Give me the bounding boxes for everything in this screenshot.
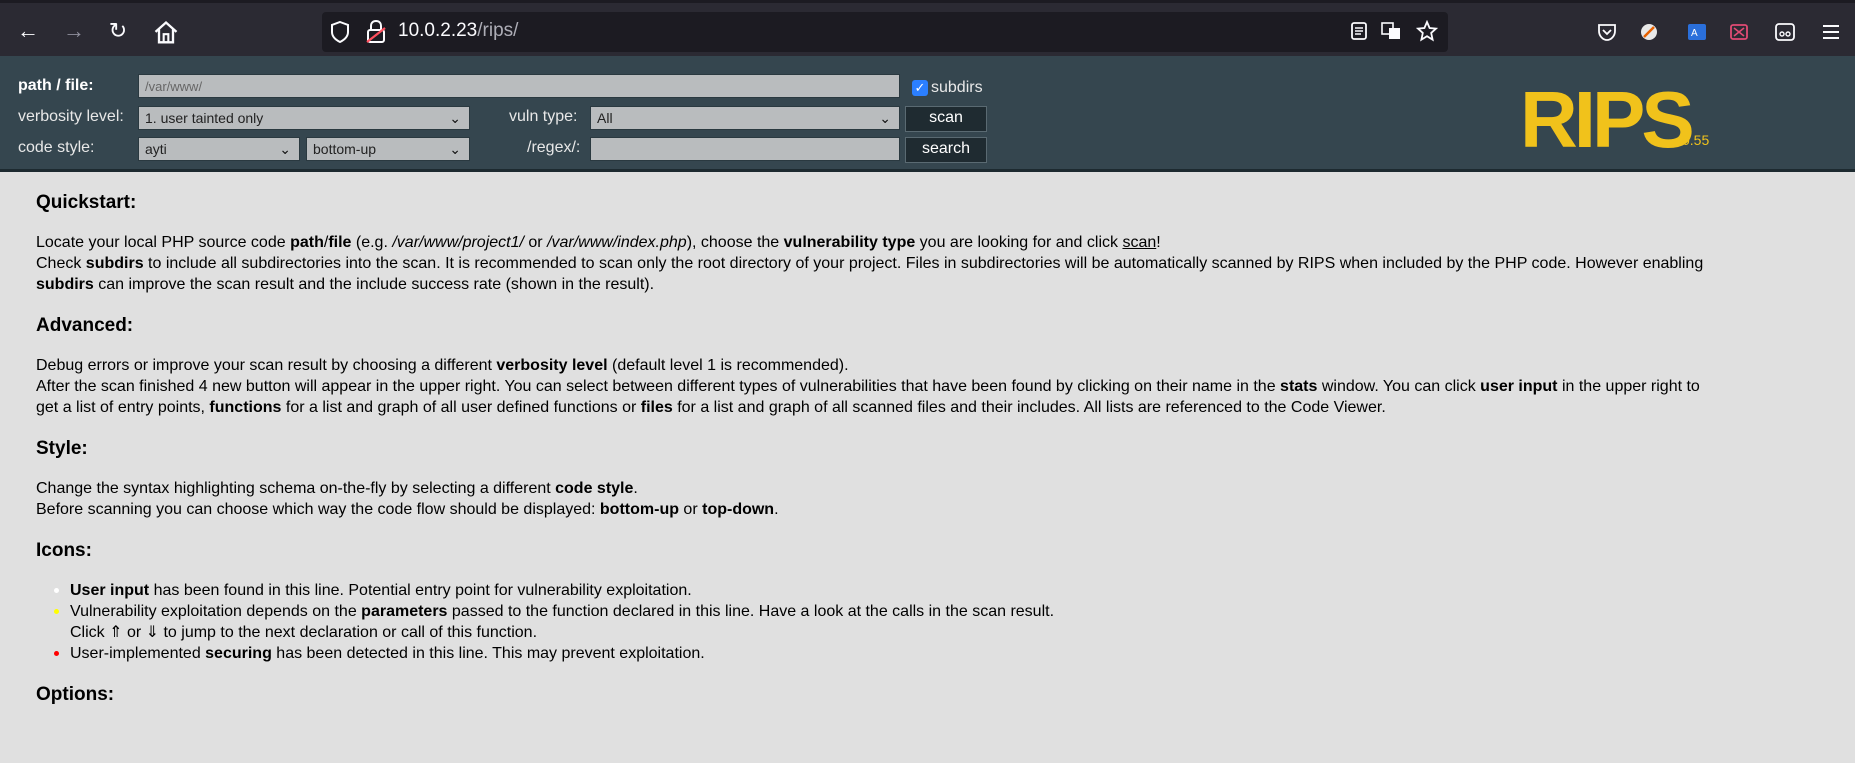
extension-translate-icon[interactable]: A (1686, 21, 1708, 43)
svg-text:A: A (1691, 28, 1698, 39)
extension-feather-icon[interactable] (1638, 21, 1660, 43)
search-button[interactable]: search (905, 137, 987, 163)
style-line-2: Before scanning you can choose which way… (36, 501, 779, 518)
rips-version: 0.55 (1682, 132, 1710, 148)
flow-direction-select-value: bottom-up (313, 141, 377, 157)
url-text[interactable]: 10.0.2.23/rips/ (398, 19, 518, 43)
chevron-down-icon: ⌄ (449, 110, 461, 126)
insecure-lock-icon[interactable] (366, 20, 386, 44)
yellow-dot-icon (54, 609, 59, 614)
vuln-type-label: vuln type: (509, 108, 578, 125)
style-line-1: Change the syntax highlighting schema on… (36, 480, 638, 497)
quickstart-line-1: Locate your local PHP source code path/f… (36, 234, 1161, 251)
red-dot-icon (54, 651, 59, 656)
list-item-securing: User-implemented securing has been detec… (54, 643, 1855, 664)
rips-logo: RIPS (1520, 75, 1695, 164)
advanced-heading: Advanced: (36, 315, 134, 336)
list-item-parameters: Vulnerability exploitation depends on th… (54, 601, 1855, 622)
scan-button[interactable]: scan (905, 106, 987, 132)
translate-icon[interactable] (1380, 20, 1402, 42)
home-icon[interactable] (152, 19, 180, 47)
chevron-down-icon: ⌄ (879, 110, 891, 126)
quickstart-line-2: Check subdirs to include all subdirector… (36, 255, 1704, 272)
white-dot-icon (54, 588, 59, 593)
icons-heading: Icons: (36, 540, 92, 561)
reader-view-icon[interactable] (1348, 20, 1370, 42)
vuln-type-select[interactable]: All ⌄ (590, 106, 900, 130)
reload-icon[interactable]: ↻ (104, 17, 132, 45)
extension-hackbar-icon[interactable] (1728, 21, 1750, 43)
tracking-shield-icon[interactable] (330, 21, 350, 43)
forward-icon[interactable]: → (60, 17, 88, 45)
pocket-icon[interactable] (1596, 21, 1618, 43)
menu-hamburger-icon[interactable] (1820, 21, 1842, 43)
verbosity-select-value: 1. user tainted only (145, 110, 264, 126)
scan-link[interactable]: scan (1122, 234, 1156, 251)
list-item-user-input: User input has been found in this line. … (54, 580, 1855, 601)
regex-label: /regex/: (527, 139, 581, 156)
code-style-select-value: ayti (145, 141, 167, 157)
icons-list: User input has been found in this line. … (54, 580, 1855, 664)
quickstart-line-3: subdirs can improve the scan result and … (36, 276, 655, 293)
url-path: /rips/ (477, 20, 519, 41)
flow-direction-select[interactable]: bottom-up ⌄ (306, 137, 470, 161)
subdirs-label: subdirs (931, 79, 983, 96)
advanced-line-1: Debug errors or improve your scan result… (36, 357, 849, 374)
back-icon[interactable]: ← (14, 17, 42, 45)
help-content: Quickstart: Locate your local PHP source… (36, 172, 1855, 724)
browser-toolbar: ← → ↻ 10.0.2.23/rips/ A (0, 0, 1855, 56)
style-heading: Style: (36, 438, 88, 459)
verbosity-label: verbosity level: (18, 108, 124, 125)
path-label: path / file: (18, 77, 94, 94)
list-item-parameters-hint: Click ⇑ or ⇓ to jump to the next declara… (70, 624, 538, 641)
chevron-down-icon: ⌄ (449, 141, 461, 157)
path-input[interactable]: /var/www/ (138, 74, 900, 98)
advanced-line-3: get a list of entry points, functions fo… (36, 399, 1386, 416)
code-style-label: code style: (18, 139, 95, 156)
quickstart-heading: Quickstart: (36, 192, 137, 213)
bookmark-star-icon[interactable] (1416, 20, 1438, 42)
advanced-line-2: After the scan finished 4 new button wil… (36, 378, 1700, 395)
options-heading: Options: (36, 684, 115, 705)
vuln-type-select-value: All (597, 110, 613, 126)
verbosity-select[interactable]: 1. user tainted only ⌄ (138, 106, 470, 130)
chevron-down-icon: ⌄ (279, 141, 291, 157)
url-host: 10.0.2.23 (398, 20, 478, 41)
subdirs-checkbox[interactable]: ✓ (912, 80, 928, 96)
regex-input[interactable] (590, 137, 900, 161)
extension-container-icon[interactable] (1774, 21, 1796, 43)
code-style-select[interactable]: ayti ⌄ (138, 137, 300, 161)
